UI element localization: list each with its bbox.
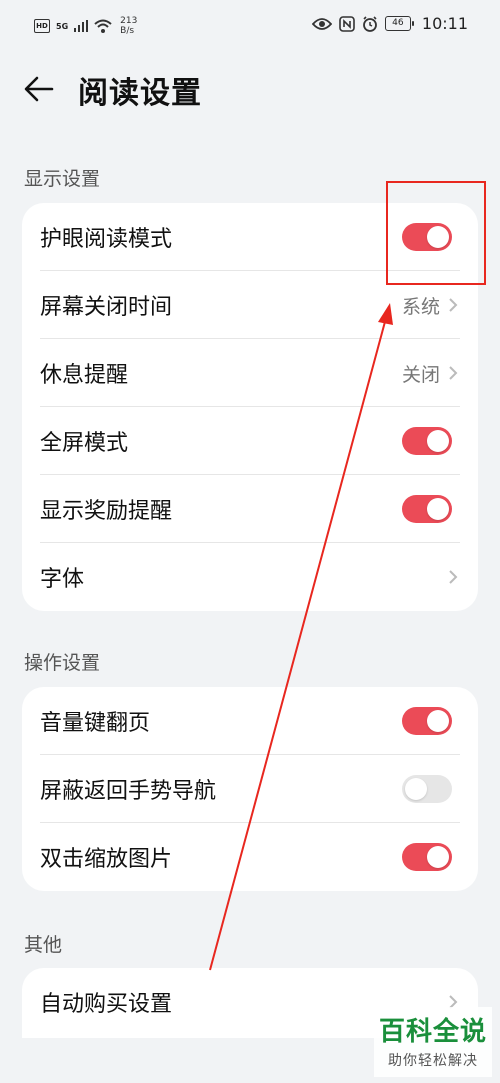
signal-icon xyxy=(74,20,89,32)
net-speed-value: 213 xyxy=(120,16,138,26)
toggle-knob xyxy=(427,498,449,520)
row-label: 双击缩放图片 xyxy=(40,847,173,872)
hd-icon: HD xyxy=(34,19,50,33)
clock: 10:11 xyxy=(421,14,468,33)
double-tap-zoom-toggle[interactable] xyxy=(402,843,452,871)
row-label: 自动购买设置 xyxy=(40,992,173,1017)
section-label-other: 其他 xyxy=(24,934,63,956)
row-label: 全屏模式 xyxy=(40,431,129,456)
section-label-operation: 操作设置 xyxy=(24,652,101,674)
row-label: 屏蔽返回手势导航 xyxy=(40,779,217,804)
toggle-knob xyxy=(427,710,449,732)
back-arrow-icon[interactable] xyxy=(22,72,56,106)
chevron-right-icon xyxy=(449,366,458,380)
fullscreen-toggle[interactable] xyxy=(402,427,452,455)
row-font[interactable]: 字体 xyxy=(22,543,478,611)
row-double-tap-zoom[interactable]: 双击缩放图片 xyxy=(22,823,478,891)
row-block-back-gesture[interactable]: 屏蔽返回手势导航 xyxy=(22,755,478,823)
toggle-knob xyxy=(427,846,449,868)
card-operation: 音量键翻页 屏蔽返回手势导航 双击缩放图片 xyxy=(22,687,478,891)
net-speed: 213 B/s xyxy=(120,16,137,36)
alarm-icon xyxy=(362,15,377,32)
section-label-display: 显示设置 xyxy=(24,168,101,190)
row-rest-reminder[interactable]: 休息提醒 关闭 xyxy=(22,339,478,407)
status-right: 46 10:11 xyxy=(311,14,468,33)
row-label: 护眼阅读模式 xyxy=(40,227,173,252)
row-label: 字体 xyxy=(40,567,85,592)
row-value: 关闭 xyxy=(401,363,440,386)
volume-key-page-toggle[interactable] xyxy=(402,707,452,735)
nfc-icon xyxy=(339,15,355,32)
screen: HD 5G 213 B/s 46 10:11 阅读设置 显示设置 护眼阅读模式 … xyxy=(0,0,500,1083)
chevron-right-icon xyxy=(449,570,458,584)
row-label: 休息提醒 xyxy=(40,363,129,388)
row-label: 屏幕关闭时间 xyxy=(40,295,173,320)
toggle-knob xyxy=(405,778,427,800)
page-title: 阅读设置 xyxy=(78,76,202,111)
status-bar: HD 5G 213 B/s 46 10:11 xyxy=(0,0,500,56)
watermark-title: 百科全说 xyxy=(378,1017,487,1047)
chevron-right-icon xyxy=(449,298,458,312)
watermark-logo: 百科全说 助你轻松解决 xyxy=(374,1007,492,1077)
toggle-knob xyxy=(427,430,449,452)
row-reward-reminder[interactable]: 显示奖励提醒 xyxy=(22,475,478,543)
annotation-highlight-box xyxy=(386,181,486,285)
reward-reminder-toggle[interactable] xyxy=(402,495,452,523)
header: 阅读设置 xyxy=(0,60,500,120)
watermark-subtitle: 助你轻松解决 xyxy=(388,1053,478,1069)
row-label: 音量键翻页 xyxy=(40,711,151,736)
row-value: 系统 xyxy=(401,295,440,318)
battery-icon: 46 xyxy=(384,16,414,31)
net-speed-unit: B/s xyxy=(120,26,135,36)
row-volume-key-page[interactable]: 音量键翻页 xyxy=(22,687,478,755)
status-left: HD 5G 213 B/s xyxy=(34,16,137,36)
row-fullscreen[interactable]: 全屏模式 xyxy=(22,407,478,475)
block-back-gesture-toggle[interactable] xyxy=(402,775,452,803)
eye-icon xyxy=(311,17,332,30)
row-label: 显示奖励提醒 xyxy=(40,499,173,524)
wifi-icon xyxy=(94,19,112,33)
signal-label: 5G xyxy=(56,21,69,31)
